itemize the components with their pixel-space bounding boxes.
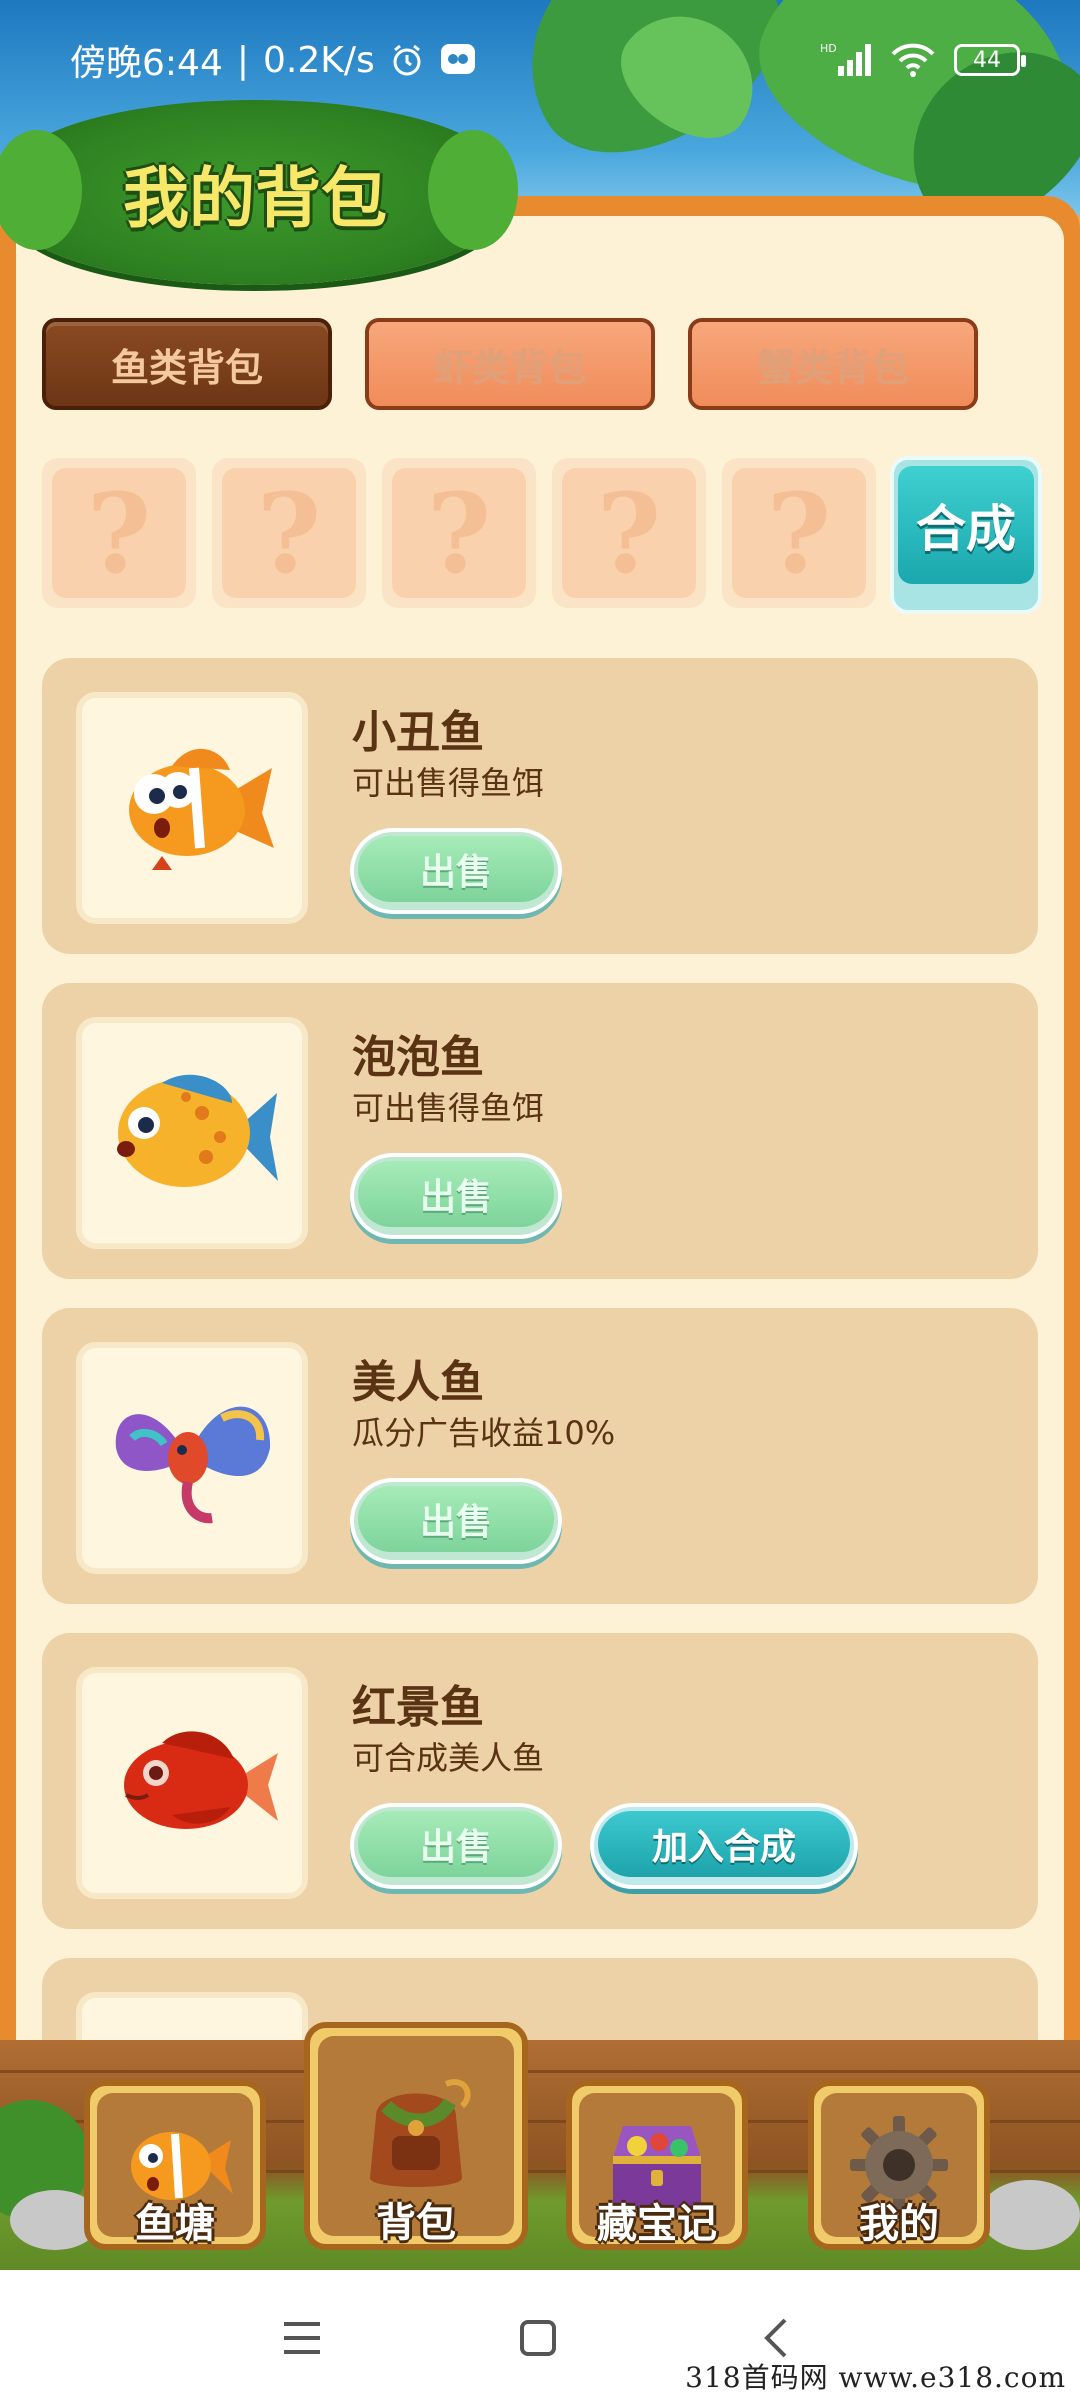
status-left: 傍晚6:44 | 0.2K/s <box>70 34 477 86</box>
item-description: 可合成美人鱼 <box>352 1739 545 1777</box>
signal-icon: HD <box>820 42 872 78</box>
list-item: 红景鱼 可合成美人鱼 出售 加入合成 <box>42 1633 1038 1929</box>
nav-item-inner: 我的 <box>821 2093 977 2247</box>
item-name: 泡泡鱼 <box>352 1032 484 1083</box>
tab-crab[interactable]: 蟹类背包 <box>688 318 978 410</box>
add-to-combine-label: 加入合成 <box>598 1811 850 1877</box>
clownfish-icon <box>129 748 274 870</box>
combine-slot[interactable]: ? <box>382 458 536 608</box>
mermaid-fish-icon <box>115 1406 271 1524</box>
red-fish-icon <box>124 1731 278 1829</box>
combine-slot[interactable]: ? <box>722 458 876 608</box>
bottom-nav: 鱼塘 背包 藏宝记 我的 <box>0 2022 1080 2270</box>
nav-item-treasure[interactable]: 藏宝记 <box>566 2080 748 2250</box>
menu-icon[interactable] <box>272 2308 332 2368</box>
item-thumbnail <box>76 1667 308 1899</box>
combine-slot[interactable]: ? <box>212 458 366 608</box>
question-mark-icon: ? <box>562 468 696 598</box>
sell-button-label: 出售 <box>358 1161 554 1227</box>
system-nav-bar: 318首码网 www.e318.com <box>0 2270 1080 2400</box>
home-icon[interactable] <box>508 2308 568 2368</box>
wifi-icon <box>890 42 936 78</box>
nav-label: 我的 <box>859 2201 939 2247</box>
battery-icon: 44 <box>954 44 1026 76</box>
category-tabs: 鱼类背包 虾类背包 蟹类背包 <box>42 318 1042 410</box>
tab-fish[interactable]: 鱼类背包 <box>42 318 332 410</box>
sell-button-label: 出售 <box>358 1486 554 1552</box>
status-time: 傍晚6:44 <box>70 43 223 84</box>
combine-slot[interactable]: ? <box>552 458 706 608</box>
sell-button[interactable]: 出售 <box>350 1478 562 1564</box>
item-list: 小丑鱼 可出售得鱼饵 出售 泡泡鱼 可出售得鱼饵 出售 美人鱼 瓜分广告收益10… <box>42 658 1038 2238</box>
combine-slot[interactable]: ? <box>42 458 196 608</box>
nav-item-backpack[interactable]: 背包 <box>304 2022 528 2250</box>
item-name: 红景鱼 <box>352 1682 484 1733</box>
title-badge: 我的背包 <box>0 100 518 285</box>
sell-button[interactable]: 出售 <box>350 1803 562 1889</box>
item-thumbnail <box>76 692 308 924</box>
sell-button-label: 出售 <box>358 836 554 902</box>
item-description: 可出售得鱼饵 <box>352 764 545 802</box>
item-description: 瓜分广告收益10% <box>352 1414 616 1452</box>
item-name: 美人鱼 <box>352 1357 484 1408</box>
item-thumbnail <box>76 1017 308 1249</box>
rock <box>980 2180 1080 2250</box>
add-to-combine-button[interactable]: 加入合成 <box>590 1803 858 1889</box>
plank-line <box>0 2070 1080 2073</box>
nav-item-inner: 背包 <box>318 2036 514 2246</box>
nav-item-inner: 藏宝记 <box>579 2093 735 2247</box>
item-thumbnail <box>76 1342 308 1574</box>
nav-item-pond[interactable]: 鱼塘 <box>84 2080 266 2250</box>
app-screen: 傍晚6:44 | 0.2K/s HD 44 我的背包 鱼类背包 虾类背包 蟹类背… <box>0 0 1080 2400</box>
status-bar: 傍晚6:44 | 0.2K/s HD 44 <box>0 0 1080 120</box>
nav-label: 藏宝记 <box>597 2201 717 2247</box>
question-mark-icon: ? <box>222 468 356 598</box>
status-divider: | <box>236 39 249 81</box>
item-name: 小丑鱼 <box>352 707 484 758</box>
sell-button-label: 出售 <box>358 1811 554 1877</box>
nav-label: 背包 <box>376 2200 456 2246</box>
sell-button[interactable]: 出售 <box>350 1153 562 1239</box>
list-item: 泡泡鱼 可出售得鱼饵 出售 <box>42 983 1038 1279</box>
question-mark-icon: ? <box>52 468 186 598</box>
question-mark-icon: ? <box>392 468 526 598</box>
svg-text:HD: HD <box>820 42 837 55</box>
watermark: 318首码网 www.e318.com <box>685 2361 1066 2394</box>
tab-shrimp[interactable]: 虾类背包 <box>365 318 655 410</box>
alarm-icon <box>389 42 425 78</box>
sell-button[interactable]: 出售 <box>350 828 562 914</box>
combine-button[interactable]: 合成 <box>890 456 1042 614</box>
backpack-icon <box>370 2079 471 2187</box>
status-speed: 0.2K/s <box>262 39 375 81</box>
list-item: 美人鱼 瓜分广告收益10% 出售 <box>42 1308 1038 1604</box>
list-item: 小丑鱼 可出售得鱼饵 出售 <box>42 658 1038 954</box>
combine-button-label: 合成 <box>898 466 1034 584</box>
nav-item-inner: 鱼塘 <box>97 2093 253 2247</box>
chat-notification-icon <box>439 42 477 78</box>
page-title: 我的背包 <box>123 159 387 237</box>
nav-label: 鱼塘 <box>135 2201 215 2247</box>
status-right: HD 44 <box>820 42 1026 78</box>
pufferfish-icon <box>117 1074 278 1187</box>
item-description: 可出售得鱼饵 <box>352 1089 545 1127</box>
nav-item-mine[interactable]: 我的 <box>808 2080 990 2250</box>
combine-slots: ? ? ? ? ? 合成 <box>42 456 1042 618</box>
question-mark-icon: ? <box>732 468 866 598</box>
